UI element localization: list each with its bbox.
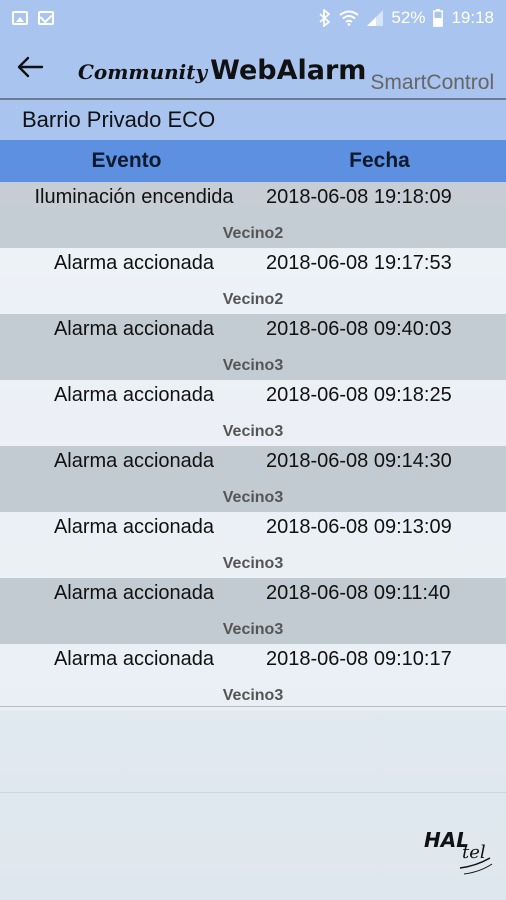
row-evento: Iluminación encendida — [34, 186, 234, 208]
row-vecino: Vecino3 — [222, 357, 284, 374]
row-fecha: 2018-06-08 09:10:17 — [266, 648, 452, 670]
row-vecino: Vecino3 — [222, 489, 284, 506]
row-fecha: 2018-06-08 09:13:09 — [266, 516, 452, 538]
row-fecha: 2018-06-08 09:40:03 — [266, 318, 452, 340]
row-evento: Alarma accionada — [53, 450, 215, 472]
table-row[interactable]: Alarma accionada 2018-06-08 09:11:40 Vec… — [0, 578, 506, 644]
content-divider — [0, 792, 506, 793]
row-evento: Alarma accionada — [53, 648, 215, 670]
row-fecha: 2018-06-08 09:14:30 — [266, 450, 452, 472]
row-vecino: Vecino3 — [222, 423, 284, 440]
haltel-logo: HAL tel — [424, 828, 496, 878]
status-bar: 52% 19:18 — [0, 0, 506, 36]
community-name: Barrio Privado ECO — [22, 107, 216, 132]
gallery-icon — [12, 11, 28, 25]
row-fecha: 2018-06-08 19:17:53 — [266, 252, 452, 274]
table-row[interactable]: Alarma accionada 2018-06-08 09:13:09 Vec… — [0, 512, 506, 578]
app-logo: Community WebAlarm SmartControl — [78, 54, 494, 94]
battery-icon — [433, 9, 444, 27]
app-header: Community WebAlarm SmartControl — [0, 36, 506, 98]
table-header: Evento Fecha — [0, 140, 506, 182]
table-row[interactable]: Iluminación encendida 2018-06-08 19:18:0… — [0, 182, 506, 248]
table-row[interactable]: Alarma accionada 2018-06-08 09:10:17 Vec… — [0, 644, 506, 710]
row-vecino: Vecino3 — [222, 555, 284, 572]
logo-webalarm: WebAlarm — [210, 54, 367, 86]
table-row[interactable]: Alarma accionada 2018-06-08 09:18:25 Vec… — [0, 380, 506, 446]
back-button[interactable] — [0, 36, 60, 98]
table-bottom-divider — [0, 706, 506, 707]
mail-icon — [38, 11, 54, 25]
logo-underline-swoosh — [459, 857, 493, 875]
event-list: Iluminación encendida 2018-06-08 19:18:0… — [0, 182, 506, 710]
table-row[interactable]: Alarma accionada 2018-06-08 09:14:30 Vec… — [0, 446, 506, 512]
logo-community: Community — [78, 59, 208, 84]
row-fecha: 2018-06-08 19:18:09 — [266, 186, 452, 208]
bluetooth-icon — [319, 9, 331, 27]
table-row[interactable]: Alarma accionada 2018-06-08 09:40:03 Vec… — [0, 314, 506, 380]
clock: 19:18 — [451, 8, 494, 27]
row-vecino: Vecino2 — [222, 225, 284, 242]
row-evento: Alarma accionada — [53, 516, 215, 538]
column-header-fecha: Fecha — [349, 149, 410, 172]
row-vecino: Vecino3 — [222, 621, 284, 638]
signal-icon — [367, 10, 384, 26]
wifi-icon — [339, 10, 360, 26]
row-vecino: Vecino2 — [222, 291, 284, 308]
row-vecino: Vecino3 — [222, 687, 284, 704]
row-evento: Alarma accionada — [53, 252, 215, 274]
table-row[interactable]: Alarma accionada 2018-06-08 19:17:53 Vec… — [0, 248, 506, 314]
row-evento: Alarma accionada — [53, 384, 215, 406]
column-header-evento: Evento — [91, 149, 162, 172]
battery-percent: 52% — [391, 8, 426, 27]
row-evento: Alarma accionada — [53, 582, 215, 604]
row-fecha: 2018-06-08 09:11:40 — [266, 582, 451, 604]
subtitle-bar: Barrio Privado ECO — [0, 100, 506, 140]
row-evento: Alarma accionada — [53, 318, 215, 340]
row-fecha: 2018-06-08 09:18:25 — [266, 384, 452, 406]
arrow-left-icon — [17, 56, 44, 78]
logo-smartcontrol: SmartControl — [370, 70, 495, 94]
